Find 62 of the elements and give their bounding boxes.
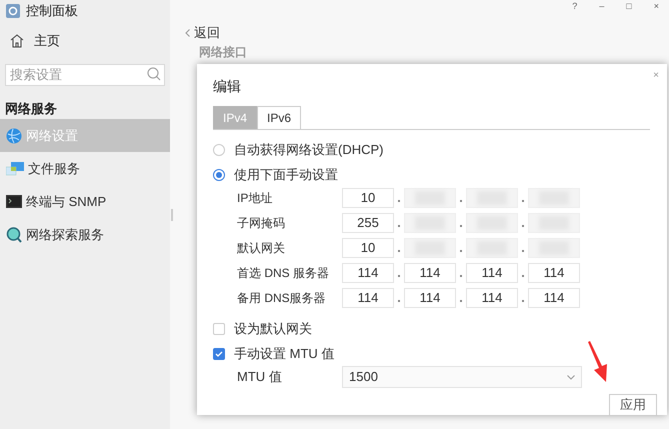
field-label: 子网掩码: [236, 215, 286, 232]
search-icon: [6, 226, 22, 242]
blurred-field[interactable]: [528, 188, 580, 208]
octet-field[interactable]: 114: [404, 263, 456, 283]
checkbox[interactable]: [213, 322, 225, 334]
blurred-field[interactable]: [466, 213, 518, 233]
octet-field[interactable]: 114: [342, 263, 394, 283]
page-heading: 网络接口: [199, 44, 247, 58]
octet-field[interactable]: 114: [528, 288, 580, 308]
sidebar-item[interactable]: 网络探索服务: [0, 218, 170, 251]
chevron-down-icon: [567, 374, 575, 380]
window-control[interactable]: □: [626, 0, 632, 14]
home-item[interactable]: 主页: [0, 22, 170, 60]
blurred-field[interactable]: [528, 213, 580, 233]
home-icon: [10, 34, 24, 48]
field-label: 默认网关: [236, 240, 286, 257]
search-icon: [147, 67, 161, 81]
radio-label: 使用下面手动设置: [234, 166, 338, 184]
field-label: IP地址: [236, 190, 274, 207]
blurred-field[interactable]: [404, 213, 456, 233]
blurred-field[interactable]: [404, 238, 456, 258]
octet-field[interactable]: 10: [342, 188, 394, 208]
checkbox[interactable]: [213, 348, 225, 360]
app-title: 控制面板: [26, 2, 78, 20]
radio-button[interactable]: [213, 144, 225, 156]
blurred-field[interactable]: [466, 188, 518, 208]
sidebar-item[interactable]: 终端与 SNMP: [0, 185, 170, 218]
search-field[interactable]: 搜索设置: [5, 64, 165, 86]
sidebar-item[interactable]: 文件服务: [0, 152, 170, 185]
octet-field[interactable]: 114: [466, 288, 518, 308]
blurred-field[interactable]: [466, 238, 518, 258]
dialog-title: 编辑: [213, 77, 241, 96]
blurred-field[interactable]: [404, 188, 456, 208]
checkbox-label: 手动设置 MTU 值: [234, 344, 334, 363]
files-icon: [6, 162, 24, 176]
octet-field[interactable]: 10: [342, 238, 394, 258]
splitter-handle[interactable]: [171, 208, 173, 220]
checkbox-label: 设为默认网关: [234, 320, 312, 338]
apply-button[interactable]: 应用: [609, 394, 657, 416]
field-label: MTU 值: [236, 368, 283, 386]
tab[interactable]: IPv6: [257, 106, 302, 129]
radio-button[interactable]: [213, 168, 225, 180]
field-label: 备用 DNS服务器: [236, 290, 327, 307]
window-control[interactable]: ×: [654, 0, 659, 14]
radio-label: 自动获得网络设置(DHCP): [234, 140, 384, 159]
arrow-icon: [587, 341, 609, 383]
octet-field[interactable]: 114: [528, 263, 580, 283]
field-label: 首选 DNS 服务器: [236, 265, 330, 282]
octet-field[interactable]: 114: [466, 263, 518, 283]
octet-field[interactable]: 255: [342, 213, 394, 233]
back-link[interactable]: 返回: [185, 23, 669, 42]
terminal-icon: [6, 195, 22, 208]
octet-field[interactable]: 114: [342, 288, 394, 308]
blurred-field[interactable]: [528, 238, 580, 258]
section-heading: 网络服务: [4, 100, 58, 118]
check-icon: [215, 350, 223, 358]
chevron-left-icon: [185, 28, 190, 37]
window-control[interactable]: ?: [572, 0, 578, 14]
mtu-select[interactable]: 1500: [342, 366, 582, 388]
octet-field[interactable]: 114: [404, 288, 456, 308]
window-control[interactable]: –: [599, 0, 604, 14]
globe-icon: [6, 128, 22, 144]
